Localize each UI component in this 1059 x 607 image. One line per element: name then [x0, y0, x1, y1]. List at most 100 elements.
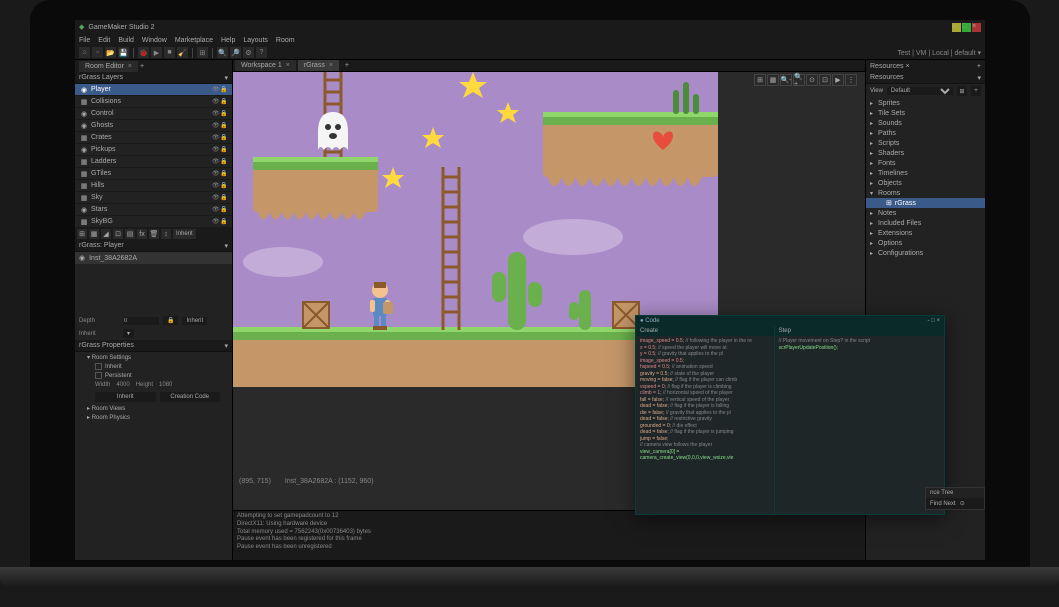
layers-header[interactable]: rGrass Layers ▾ — [75, 72, 232, 84]
layer-item[interactable]: ◉Stars👁🔒 — [75, 204, 232, 216]
layer-item[interactable]: ▦Ladders👁🔒 — [75, 156, 232, 168]
toolbar-status[interactable]: Test | VM | Local | default ▾ — [897, 49, 981, 57]
lock-icon[interactable]: 🔒 — [163, 316, 178, 325]
visibility-icon[interactable]: 👁 — [212, 218, 220, 225]
collapse-icon[interactable]: ▾ — [977, 74, 981, 82]
visibility-icon[interactable]: 👁 — [212, 182, 220, 189]
collapse-icon[interactable]: ▾ — [224, 74, 228, 82]
grid-icon[interactable]: ⊞ — [754, 74, 766, 86]
zoom-out-icon[interactable]: 🔍- — [780, 74, 792, 86]
layer-item[interactable]: ▦Crates👁🔒 — [75, 132, 232, 144]
visibility-icon[interactable]: 👁 — [212, 110, 220, 117]
code-window[interactable]: ● Code- □ × Create image_speed = 0.5; //… — [635, 315, 945, 515]
menu-room[interactable]: Room — [276, 37, 295, 44]
resource-item[interactable]: ▸Extensions — [866, 228, 985, 238]
layer-item[interactable]: ▦Hills👁🔒 — [75, 180, 232, 192]
layer-item[interactable]: ◉Ghosts👁🔒 — [75, 120, 232, 132]
lock-icon[interactable]: 🔒 — [220, 206, 228, 213]
tab-rgrass[interactable]: rGrass× — [298, 60, 339, 71]
add-fx-layer-icon[interactable]: fx — [137, 229, 147, 239]
collapse-icon[interactable]: ▾ — [224, 242, 228, 250]
add-path-layer-icon[interactable]: ◢ — [101, 229, 111, 239]
output-console[interactable]: Attempting to set gamepadcount to 12Dire… — [233, 510, 865, 560]
inherit-dropdown[interactable]: ▾ — [123, 329, 134, 338]
collapse-icon[interactable]: ▾ — [224, 342, 228, 350]
lock-icon[interactable]: 🔒 — [220, 146, 228, 153]
clean-icon[interactable]: 🧹 — [177, 47, 188, 58]
resource-item[interactable]: ▸Shaders — [866, 148, 985, 158]
search-icon[interactable]: 🔎 — [230, 47, 241, 58]
create-exe-icon[interactable]: ⊞ — [197, 47, 208, 58]
layer-item[interactable]: ▦Sky👁🔒 — [75, 192, 232, 204]
code-window-title[interactable]: ● Code- □ × — [636, 316, 944, 326]
resource-item[interactable]: ▸Fonts — [866, 158, 985, 168]
visibility-icon[interactable]: 👁 — [212, 146, 220, 153]
lock-icon[interactable]: 🔒 — [220, 86, 228, 93]
creation-code-button[interactable]: Creation Code — [160, 392, 221, 402]
resource-item[interactable]: ▸Sprites — [866, 98, 985, 108]
new-icon[interactable]: ▫ — [92, 47, 103, 58]
save-icon[interactable]: 💾 — [118, 47, 129, 58]
snap-icon[interactable]: ▦ — [767, 74, 779, 86]
resource-item[interactable]: ▸Sounds — [866, 118, 985, 128]
menu-file[interactable]: File — [79, 37, 90, 44]
play-icon[interactable]: ▶ — [151, 47, 162, 58]
add-tab-icon[interactable]: + — [977, 63, 981, 70]
lock-icon[interactable]: 🔒 — [220, 182, 228, 189]
play-room-icon[interactable]: ▶ — [832, 74, 844, 86]
menu-help[interactable]: Help — [221, 37, 235, 44]
zoom-icon[interactable]: 🔍 — [217, 47, 228, 58]
step-event-tab[interactable]: Step — [775, 326, 944, 336]
create-event-tab[interactable]: Create — [636, 326, 774, 336]
depth-input[interactable] — [123, 317, 159, 325]
visibility-icon[interactable]: 👁 — [212, 86, 220, 93]
layer-item[interactable]: ◉Control👁🔒 — [75, 108, 232, 120]
layer-item[interactable]: ◉Player👁🔒 — [75, 84, 232, 96]
layer-item[interactable]: ▦Collisions👁🔒 — [75, 96, 232, 108]
add-instance-layer-icon[interactable]: ⊞ — [77, 229, 87, 239]
room-physics-node[interactable]: ▸ Room Physics — [79, 413, 228, 422]
persistent-checkbox[interactable]: Persistent — [79, 371, 228, 380]
add-asset-layer-icon[interactable]: ⊡ — [113, 229, 123, 239]
inheritance-tree-panel[interactable]: nce Tree Find Next⊙ — [925, 487, 985, 510]
room-editor-tab[interactable]: Room Editor × — [79, 61, 138, 72]
lock-icon[interactable]: 🔒 — [220, 134, 228, 141]
resource-item[interactable]: ▸Timelines — [866, 168, 985, 178]
inherit-button[interactable]: Inherit — [182, 317, 207, 325]
menu-layouts[interactable]: Layouts — [243, 37, 268, 44]
tab-workspace1[interactable]: Workspace 1× — [235, 60, 296, 71]
view-grid-icon[interactable]: ⊞ — [957, 86, 967, 96]
close-icon[interactable]: × — [905, 63, 909, 70]
menu-marketplace[interactable]: Marketplace — [175, 37, 213, 44]
close-icon[interactable]: - □ × — [928, 318, 940, 324]
add-tab-icon[interactable]: + — [341, 62, 353, 69]
menu-edit[interactable]: Edit — [98, 37, 110, 44]
resources-header[interactable]: Resources ▾ — [866, 72, 985, 84]
resource-item[interactable]: ▸Tile Sets — [866, 108, 985, 118]
center-icon[interactable]: ⊡ — [819, 74, 831, 86]
resource-item[interactable]: ▸Configurations — [866, 248, 985, 258]
debug-icon[interactable]: 🐞 — [138, 47, 149, 58]
zoom-reset-icon[interactable]: ⊙ — [806, 74, 818, 86]
lock-icon[interactable]: 🔒 — [220, 98, 228, 105]
room-views-node[interactable]: ▸ Room Views — [79, 404, 228, 413]
close-icon[interactable]: × — [329, 62, 333, 69]
lock-icon[interactable]: 🔒 — [220, 218, 228, 225]
max-button[interactable]: □ — [962, 23, 971, 32]
visibility-icon[interactable]: 👁 — [212, 98, 220, 105]
resource-item[interactable]: ▸Included Files — [866, 218, 985, 228]
find-next-button[interactable]: Find Next — [930, 501, 956, 507]
instances-header[interactable]: rGrass: Player ▾ — [75, 240, 232, 252]
visibility-icon[interactable]: 👁 — [212, 194, 220, 201]
more-icon[interactable]: ⋮ — [845, 74, 857, 86]
lock-icon[interactable]: 🔒 — [220, 170, 228, 177]
inherit-button[interactable]: Inherit — [173, 229, 196, 239]
resource-item[interactable]: ▸Options — [866, 238, 985, 248]
home-icon[interactable]: ⌂ — [79, 47, 90, 58]
inherit-button[interactable]: Inherit — [95, 392, 156, 402]
instance-item[interactable]: ◉ Inst_38A2682A — [75, 252, 232, 264]
resource-item[interactable]: ▸Notes — [866, 208, 985, 218]
min-button[interactable]: – — [952, 23, 961, 32]
close-button[interactable]: × — [972, 23, 981, 32]
menu-build[interactable]: Build — [118, 37, 134, 44]
